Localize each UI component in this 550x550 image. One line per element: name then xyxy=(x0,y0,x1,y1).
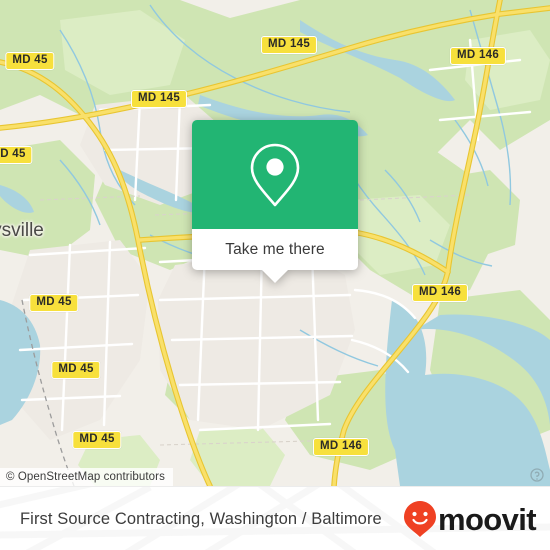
road-shield: MD 45 xyxy=(72,431,122,449)
info-icon[interactable] xyxy=(530,468,544,482)
map-attribution[interactable]: © OpenStreetMap contributors xyxy=(0,468,173,486)
place-label: ysville xyxy=(0,220,44,241)
road-shield: MD 145 xyxy=(260,36,318,54)
popup-footer[interactable]: Take me there xyxy=(192,229,358,283)
take-me-there-button[interactable]: Take me there xyxy=(225,241,325,259)
page-title: First Source Contracting, Washington / B… xyxy=(20,509,382,528)
popup-header xyxy=(192,120,358,229)
attribution-text: © OpenStreetMap contributors xyxy=(6,471,165,483)
map-pin-icon xyxy=(250,143,300,206)
road-shield: MD 146 xyxy=(449,47,507,65)
bottom-info-bar: First Source Contracting, Washington / B… xyxy=(0,486,550,550)
popup-pointer-arrow xyxy=(262,270,288,283)
moovit-wordmark: moovit xyxy=(437,501,537,537)
map-screenshot: MD 45 MD 145 MD 145 MD 146 MD 45 MD 146 MD 45 M… xyxy=(0,0,550,550)
road-shield: MD 145 xyxy=(130,90,188,108)
road-shield: MD 45 xyxy=(5,52,55,70)
road-shield: MD 146 xyxy=(312,438,370,456)
road-shield: MD 45 xyxy=(51,361,101,379)
road-shield: MD 45 xyxy=(29,294,79,312)
location-popup-card[interactable]: Take me there xyxy=(192,120,358,283)
moovit-brand-logo[interactable]: moovit xyxy=(403,500,537,538)
map-canvas[interactable]: MD 45 MD 145 MD 145 MD 146 MD 45 MD 146 MD 45 M… xyxy=(0,0,550,486)
road-shield: MD 45 xyxy=(0,146,33,164)
moovit-pin-smiley-icon xyxy=(403,501,436,537)
road-shield: MD 146 xyxy=(411,284,469,302)
